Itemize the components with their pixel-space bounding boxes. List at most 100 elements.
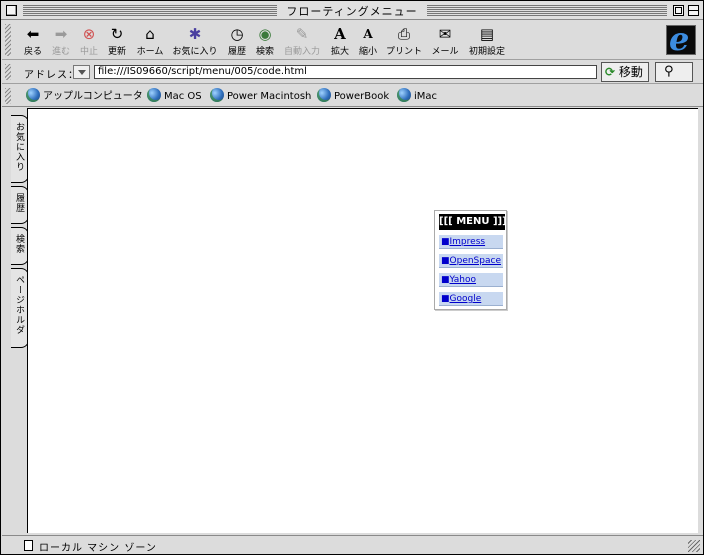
- preferences-icon: ▤: [479, 25, 495, 43]
- ie-logo-glyph: e: [669, 20, 690, 58]
- back-label: 戻る: [23, 47, 42, 57]
- shrink-text-label: 縮小: [358, 47, 377, 57]
- stop-button[interactable]: ⊗ 中止: [76, 24, 102, 58]
- title-stripes-right: [427, 5, 667, 16]
- favorite-link-apple[interactable]: アップルコンピュータ: [26, 88, 143, 104]
- title-bar[interactable]: フローティングメニュー: [1, 1, 703, 20]
- explorer-bar-tabs: お気に入り 履歴 検索 ページホルダ: [2, 108, 29, 534]
- back-button[interactable]: ⬅ 戻る: [20, 24, 46, 58]
- favorites-button[interactable]: ✱ お気に入り: [170, 24, 220, 58]
- menu-item-openspace[interactable]: ■OpenSpace: [439, 254, 503, 268]
- refresh-label: 更新: [107, 47, 126, 57]
- forward-label: 進む: [51, 47, 70, 57]
- go-arrow-icon: ⟳: [605, 65, 616, 79]
- history-label: 履歴: [227, 47, 246, 57]
- close-box-icon[interactable]: [6, 5, 17, 16]
- back-arrow-icon: ⬅: [26, 25, 40, 43]
- forward-button[interactable]: ➡ 進む: [48, 24, 74, 58]
- search-magnifier-icon: ◉: [258, 25, 272, 43]
- shrink-text-button[interactable]: A 縮小: [355, 24, 381, 58]
- page-content: [27, 108, 698, 533]
- favorite-label: Power Macintosh: [227, 91, 312, 102]
- printer-icon: ⎙: [397, 25, 410, 43]
- local-zone-icon: [24, 540, 33, 551]
- favorite-link-powerbook[interactable]: PowerBook: [317, 88, 389, 104]
- print-button[interactable]: ⎙ プリント: [384, 24, 424, 58]
- menu-link-google[interactable]: Google: [450, 294, 482, 304]
- bullet-square-icon: ■: [441, 275, 450, 285]
- globe-icon: [147, 88, 161, 102]
- favorite-label: Mac OS: [164, 91, 202, 102]
- menu-item-yahoo[interactable]: ■Yahoo: [439, 273, 503, 287]
- globe-icon: [397, 88, 411, 102]
- favorite-link-imac[interactable]: iMac: [397, 88, 437, 104]
- enlarge-text-icon: A: [334, 25, 346, 43]
- autofill-label: 自動入力: [283, 47, 320, 57]
- title-stripes-left: [23, 5, 277, 16]
- enlarge-text-button[interactable]: A 拡大: [327, 24, 353, 58]
- menu-link-openspace[interactable]: OpenSpace: [450, 256, 501, 266]
- go-button[interactable]: ⟳ 移動: [601, 62, 649, 82]
- autofill-icon: ✎: [295, 25, 309, 43]
- search-menu-button[interactable]: ⚲: [655, 62, 693, 82]
- home-icon: ⌂: [145, 25, 155, 43]
- bullet-square-icon: ■: [441, 294, 450, 304]
- favorite-link-macos[interactable]: Mac OS: [147, 88, 202, 104]
- globe-icon: [26, 88, 40, 102]
- go-label: 移動: [618, 65, 643, 79]
- button-toolbar: ⬅ 戻る ➡ 進む ⊗ 中止 ↻ 更新 ⌂ ホーム ✱ お気に入り ◷ 履歴 ◉: [2, 20, 703, 60]
- address-input[interactable]: file:///IS09660/script/menu/005/code.htm…: [94, 65, 597, 79]
- menu-item-google[interactable]: ■Google: [439, 292, 503, 306]
- preferences-button[interactable]: ▤ 初期設定: [466, 24, 508, 58]
- refresh-button[interactable]: ↻ 更新: [104, 24, 130, 58]
- globe-icon: [210, 88, 224, 102]
- menu-link-impress[interactable]: Impress: [450, 237, 486, 247]
- window-title: フローティングメニュー: [286, 5, 418, 18]
- address-bar: アドレス： file:///IS09660/script/menu/005/co…: [2, 61, 703, 84]
- ie-logo-icon[interactable]: e: [666, 20, 696, 58]
- shrink-text-icon: A: [363, 27, 373, 41]
- globe-icon: [317, 88, 331, 102]
- search-magnifier-small-icon: ⚲: [664, 64, 674, 79]
- home-button[interactable]: ⌂ ホーム: [133, 24, 167, 58]
- address-grip[interactable]: [5, 64, 11, 80]
- refresh-icon: ↻: [110, 25, 124, 43]
- stop-label: 中止: [79, 47, 98, 57]
- history-clock-icon: ◷: [230, 25, 244, 43]
- bullet-square-icon: ■: [441, 237, 450, 247]
- print-label: プリント: [385, 47, 422, 57]
- mail-button[interactable]: ✉ メール: [429, 24, 461, 58]
- zoom-box-icon[interactable]: [673, 5, 684, 16]
- tab-favorites-label: お気に入り: [14, 122, 24, 172]
- search-label: 検索: [255, 47, 274, 57]
- enlarge-text-label: 拡大: [330, 47, 349, 57]
- favorites-grip[interactable]: [5, 88, 11, 104]
- history-button[interactable]: ◷ 履歴: [224, 24, 250, 58]
- search-button[interactable]: ◉ 検索: [252, 24, 278, 58]
- browser-window: フローティングメニュー ⬅ 戻る ➡ 進む ⊗ 中止 ↻ 更新 ⌂ ホーム ✱ …: [0, 0, 704, 555]
- preferences-label: 初期設定: [468, 47, 505, 57]
- tab-search-label: 検索: [14, 234, 24, 254]
- favorite-label: PowerBook: [334, 91, 390, 102]
- tab-history-label: 履歴: [14, 193, 24, 213]
- resize-grip-icon[interactable]: [688, 540, 700, 552]
- mail-icon: ✉: [438, 25, 452, 43]
- status-bar: ローカル マシン ゾーン: [2, 535, 703, 554]
- bullet-square-icon: ■: [441, 256, 450, 266]
- address-history-dropdown-icon[interactable]: [73, 65, 90, 79]
- menu-link-yahoo[interactable]: Yahoo: [450, 275, 477, 285]
- home-label: ホーム: [136, 47, 164, 57]
- favorite-link-powermac[interactable]: Power Macintosh: [210, 88, 311, 104]
- status-zone-text: ローカル マシン ゾーン: [39, 543, 157, 554]
- favorite-label: アップルコンピュータ: [43, 91, 143, 102]
- favorites-label: お気に入り: [172, 47, 218, 57]
- mail-label: メール: [431, 47, 459, 57]
- menu-item-impress[interactable]: ■Impress: [439, 235, 503, 249]
- address-label: アドレス：: [24, 70, 79, 81]
- autofill-button[interactable]: ✎ 自動入力: [280, 24, 324, 58]
- tab-page-holder-label: ページホルダ: [14, 275, 24, 335]
- favorite-label: iMac: [414, 91, 438, 102]
- collapse-box-icon[interactable]: [688, 5, 699, 16]
- favorites-bar: アップルコンピュータ Mac OS Power Macintosh PowerB…: [2, 85, 703, 107]
- toolbar-grip[interactable]: [5, 24, 11, 56]
